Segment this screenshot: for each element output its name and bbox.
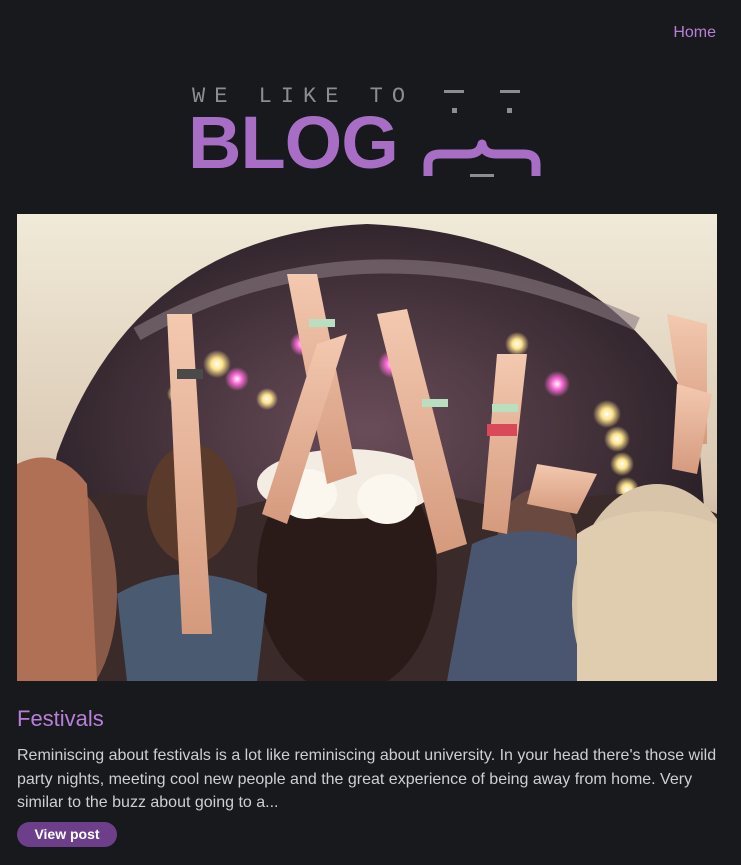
site-logo[interactable]: WE LIKE TO BLOG bbox=[188, 80, 548, 185]
festival-crowd-image bbox=[17, 214, 717, 681]
nav-home-link[interactable]: Home bbox=[673, 24, 716, 41]
post-title[interactable]: Festivals bbox=[17, 706, 104, 732]
post-excerpt: Reminiscing about festivals is a lot lik… bbox=[17, 747, 717, 811]
view-post-button[interactable]: View post bbox=[17, 822, 117, 847]
post-hero-image[interactable] bbox=[17, 214, 717, 681]
page: Home WE LIKE TO BLOG Festivals Reminisci… bbox=[0, 0, 741, 865]
logo-face-icon bbox=[423, 90, 541, 177]
logo-wordmark: BLOG bbox=[188, 101, 399, 184]
top-nav: Home bbox=[673, 24, 716, 42]
